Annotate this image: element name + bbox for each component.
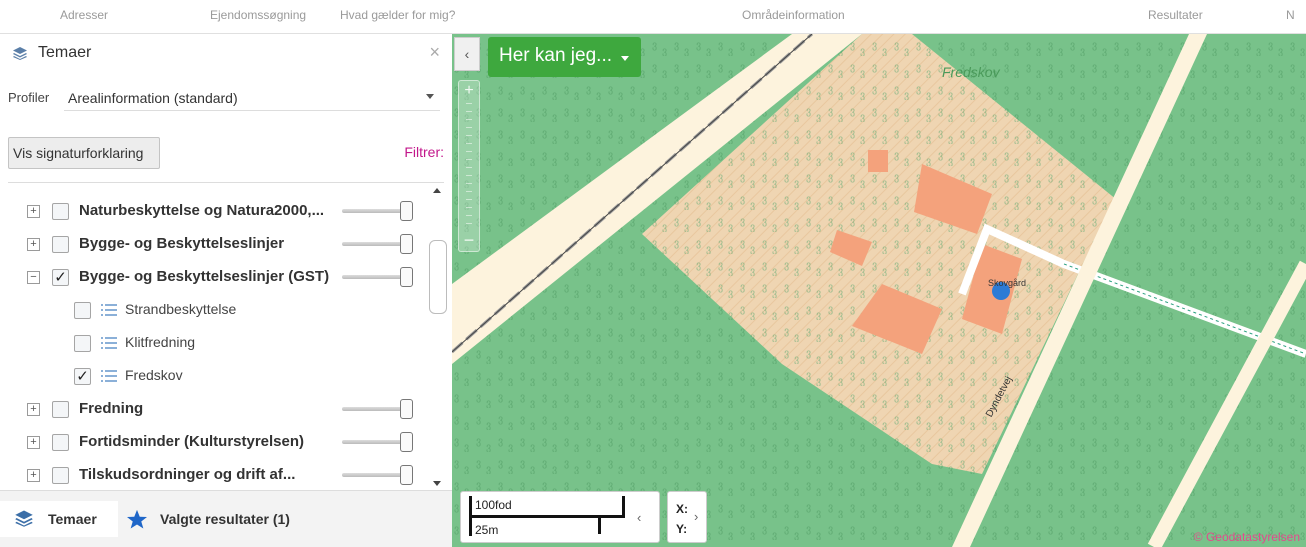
- coord-y-label: Y:: [676, 522, 688, 536]
- profile-label: Profiler: [8, 90, 50, 105]
- layer-row-bygge-og-beskyttelseslinjer[interactable]: + Bygge- og Beskyttelseslinjer: [0, 227, 430, 259]
- layer-checkbox[interactable]: [52, 203, 69, 220]
- layer-row-fredskov[interactable]: ✓ Fredskov: [0, 359, 430, 391]
- expand-icon[interactable]: +: [27, 469, 40, 482]
- close-icon[interactable]: ×: [429, 42, 440, 63]
- scrollbar-thumb[interactable]: [429, 240, 447, 314]
- nav-more[interactable]: N: [1286, 8, 1295, 22]
- opacity-slider-thumb[interactable]: [400, 399, 413, 419]
- tab-selected-results[interactable]: Valgte resultater (1): [118, 501, 328, 537]
- layer-checkbox[interactable]: ✓: [52, 269, 69, 286]
- profile-row: Profiler Arealinformation (standard): [0, 81, 452, 113]
- expand-icon[interactable]: +: [27, 238, 40, 251]
- layer-checkbox[interactable]: [52, 467, 69, 484]
- list-icon: [101, 369, 117, 383]
- map-view[interactable]: ვ ვ Fredskov Skovgård D: [452, 34, 1306, 547]
- opacity-slider-thumb[interactable]: [400, 201, 413, 221]
- place-label-skovgard: Skovgård: [988, 278, 1027, 288]
- tab-selected-results-label: Valgte resultater (1): [160, 511, 290, 527]
- layer-label: Fredning: [79, 400, 144, 417]
- layer-checkbox[interactable]: [74, 302, 91, 319]
- layer-label: Strandbeskyttelse: [125, 301, 237, 317]
- layer-row-naturbeskyttelse-og-natura2000[interactable]: + Naturbeskyttelse og Natura2000,...: [0, 194, 430, 226]
- layer-row-bygge-og-beskyttelseslinjer-gst[interactable]: − ✓ Bygge- og Beskyttelseslinjer (GST): [0, 260, 430, 292]
- zoom-out-button[interactable]: −: [459, 231, 479, 251]
- layer-label: Fortidsminder (Kulturstyrelsen): [79, 433, 305, 450]
- nav-ejendomssogning[interactable]: Ejendomssøgning: [210, 8, 306, 22]
- opacity-slider-thumb[interactable]: [400, 234, 413, 254]
- top-navigation: Adresser Ejendomssøgning Hvad gælder for…: [0, 0, 1306, 34]
- profile-select[interactable]: Arealinformation (standard): [64, 85, 440, 111]
- layer-label: Tilskudsordninger og drift af...: [79, 466, 296, 483]
- layer-label: Fredskov: [125, 367, 183, 383]
- layer-row-klitfredning[interactable]: Klitfredning: [0, 326, 430, 358]
- copyright: © Geodatastyrelsen: [1193, 530, 1300, 544]
- building: [868, 150, 888, 172]
- themes-title: Temaer: [38, 44, 92, 61]
- themes-panel: Temaer × Profiler Arealinformation (stan…: [0, 34, 452, 547]
- filter-link[interactable]: Filtrer:: [404, 144, 444, 160]
- collapse-panel-button[interactable]: ‹: [454, 37, 480, 71]
- zoom-in-button[interactable]: +: [459, 81, 479, 101]
- zoom-control: + −: [458, 80, 480, 252]
- coord-x-label: X:: [676, 502, 688, 516]
- scroll-down-icon[interactable]: [433, 481, 441, 486]
- list-icon: [101, 336, 117, 350]
- layer-row-fredning[interactable]: + Fredning: [0, 392, 430, 424]
- layers-icon: [12, 46, 28, 65]
- layer-checkbox[interactable]: ✓: [74, 368, 91, 385]
- scale-imperial: 100fod: [475, 498, 512, 512]
- her-kan-jeg-button[interactable]: Her kan jeg...: [488, 37, 641, 77]
- chevron-left-icon[interactable]: ‹: [637, 510, 641, 525]
- layers-icon: [14, 509, 34, 530]
- coordinate-readout: X: Y: ›: [667, 491, 707, 543]
- map-canvas[interactable]: ვ ვ: [452, 34, 1306, 547]
- profile-value: Arealinformation (standard): [68, 90, 238, 106]
- nav-adresser[interactable]: Adresser: [60, 8, 108, 22]
- layer-label: Bygge- og Beskyttelseslinjer (GST): [79, 268, 330, 285]
- nav-resultater[interactable]: Resultater: [1148, 8, 1203, 22]
- layer-checkbox[interactable]: [52, 434, 69, 451]
- list-icon: [101, 303, 117, 317]
- themes-header: Temaer ×: [0, 34, 452, 71]
- layer-list: + Naturbeskyttelse og Natura2000,... + Bygg…: [0, 182, 452, 490]
- layer-checkbox[interactable]: [52, 236, 69, 253]
- expand-icon[interactable]: +: [27, 205, 40, 218]
- zoom-slider[interactable]: [466, 103, 472, 229]
- layer-label: Naturbeskyttelse og Natura2000,...: [79, 202, 325, 219]
- scale-metric: 25m: [475, 523, 499, 537]
- chevron-right-icon[interactable]: ›: [694, 509, 698, 524]
- nav-hvad-gaelder[interactable]: Hvad gælder for mig?: [340, 8, 455, 22]
- expand-icon[interactable]: +: [27, 403, 40, 416]
- layer-row-fortidsminder-kulturstyrelsen[interactable]: + Fortidsminder (Kulturstyrelsen): [0, 425, 430, 457]
- layer-label: Klitfredning: [125, 334, 196, 350]
- show-legend-button[interactable]: Vis signaturforklaring: [8, 137, 160, 169]
- scale-tick: [598, 515, 601, 534]
- star-icon: [126, 509, 148, 532]
- opacity-slider-thumb[interactable]: [400, 267, 413, 287]
- panel-tabs: Temaer Valgte resultater (1): [0, 490, 452, 547]
- opacity-slider-thumb[interactable]: [400, 432, 413, 452]
- scale-bar: 100fod 25m ‹: [460, 491, 660, 543]
- tab-temaer[interactable]: Temaer: [0, 501, 118, 537]
- layer-row-tilskudsordninger-og-drift-af[interactable]: + Tilskudsordninger og drift af...: [0, 458, 430, 490]
- scroll-up-icon[interactable]: [433, 188, 441, 193]
- layer-list-scrollbar[interactable]: [428, 182, 448, 490]
- layer-row-strandbeskyttelse[interactable]: Strandbeskyttelse: [0, 293, 430, 325]
- collapse-icon[interactable]: −: [27, 271, 40, 284]
- tab-temaer-label: Temaer: [48, 511, 97, 527]
- nav-omradeinformation[interactable]: Områdeinformation: [742, 8, 845, 22]
- scale-line: [469, 515, 625, 518]
- expand-icon[interactable]: +: [27, 436, 40, 449]
- place-label-fredskov: Fredskov: [942, 64, 1000, 80]
- opacity-slider-thumb[interactable]: [400, 465, 413, 485]
- chevron-down-icon: [426, 94, 434, 99]
- layer-checkbox[interactable]: [52, 401, 69, 418]
- her-kan-jeg-label: Her kan jeg...: [499, 45, 612, 66]
- chevron-down-icon: [621, 56, 629, 61]
- layer-label: Bygge- og Beskyttelseslinjer: [79, 235, 285, 252]
- layer-checkbox[interactable]: [74, 335, 91, 352]
- scale-tick: [622, 496, 625, 515]
